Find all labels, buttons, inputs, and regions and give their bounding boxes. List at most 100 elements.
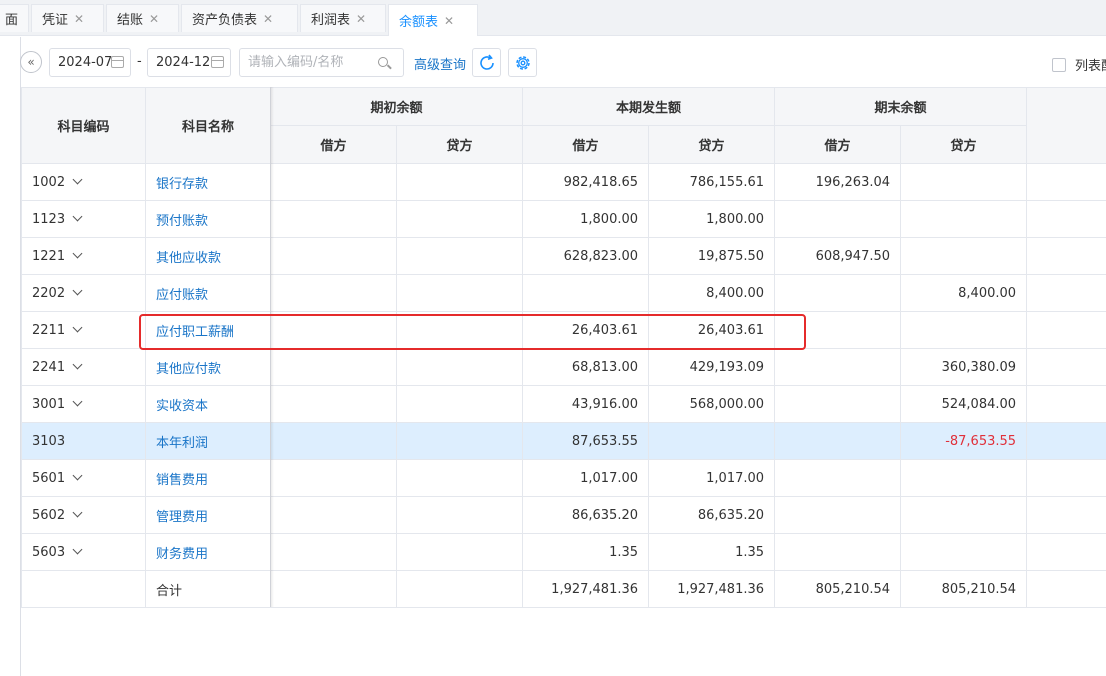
close-credit-cell: 524,084.00 <box>900 385 1028 423</box>
spacer-cell <box>1026 237 1106 275</box>
chevron-down-icon[interactable] <box>72 322 83 332</box>
close-icon[interactable]: ✕ <box>263 12 273 26</box>
tab-label: 资产负债表 <box>192 13 258 28</box>
double-chevron-left-icon[interactable]: « <box>20 51 42 73</box>
account-code: 5603 <box>32 544 66 560</box>
tab-balance-sheet[interactable]: 资产负债表 ✕ <box>181 4 298 32</box>
period-debit-cell: 982,418.65 <box>522 163 650 201</box>
account-code: 2241 <box>32 359 66 375</box>
chevron-down-icon[interactable] <box>72 544 83 554</box>
chevron-down-icon[interactable] <box>72 174 83 184</box>
list-config-checkbox[interactable] <box>1052 57 1066 72</box>
period-credit-cell: 568,000.00 <box>648 385 776 423</box>
period-credit-cell: 429,193.09 <box>648 348 776 386</box>
chevron-down-icon[interactable] <box>72 211 83 221</box>
table-row[interactable]: 5603 财务费用 1.35 1.35 <box>21 533 1106 571</box>
chevron-down-icon[interactable] <box>72 507 83 517</box>
chevron-down-icon[interactable] <box>72 285 83 295</box>
table-row[interactable]: 5601 销售费用 1,017.00 1,017.00 <box>21 459 1106 497</box>
close-credit-cell <box>900 496 1028 534</box>
chevron-down-icon[interactable] <box>72 470 83 480</box>
chevron-down-icon[interactable] <box>72 396 83 406</box>
total-period-debit-cell: 1,927,481.36 <box>522 570 650 608</box>
period-credit-cell: 86,635.20 <box>648 496 776 534</box>
total-row: 合计 1,927,481.36 1,927,481.36 805,210.54 805,… <box>21 570 1106 608</box>
date-from-field[interactable]: 2024-07 <box>49 48 131 77</box>
open-credit-cell <box>395 533 524 571</box>
account-name-link[interactable]: 管理费用 <box>145 496 271 534</box>
account-code: 2202 <box>32 285 66 301</box>
tab-home[interactable]: 面 <box>0 4 29 32</box>
open-debit-cell <box>270 311 397 349</box>
tab-income-statement[interactable]: 利润表 ✕ <box>300 4 386 32</box>
account-code-cell: 2202 <box>21 274 146 312</box>
period-debit-cell: 1,017.00 <box>522 459 650 497</box>
table-row[interactable]: 1221 其他应收款 628,823.00 19,875.50 608,947.50 <box>21 237 1106 275</box>
tab-closing[interactable]: 结账 ✕ <box>106 4 179 32</box>
table-row[interactable]: 2241 其他应付款 68,813.00 429,193.09 360,380.09 <box>21 348 1106 386</box>
header-account-code: 科目编码 <box>21 87 146 164</box>
table-row[interactable]: 2202 应付账款 8,400.00 8,400.00 <box>21 274 1106 312</box>
account-code-cell: 5603 <box>21 533 146 571</box>
table-row[interactable]: 3103 本年利润 87,653.55 -87,653.55 <box>21 422 1106 460</box>
header-period-amount: 本期发生额 <box>522 87 776 126</box>
close-debit-cell <box>774 459 902 497</box>
spacer-cell <box>1026 385 1106 423</box>
header-opening-debit: 借方 <box>270 125 397 164</box>
close-debit-cell <box>774 311 902 349</box>
settings-button[interactable] <box>508 48 537 77</box>
account-name-link[interactable]: 实收资本 <box>145 385 271 423</box>
date-separator: - <box>137 54 142 69</box>
account-name-link[interactable]: 银行存款 <box>145 163 271 201</box>
search-icon[interactable] <box>378 57 388 67</box>
period-credit-cell: 26,403.61 <box>648 311 776 349</box>
tab-trial-balance[interactable]: 余额表 ✕ <box>388 4 478 36</box>
total-open-credit-cell <box>395 570 524 608</box>
period-credit-cell: 1,800.00 <box>648 200 776 238</box>
account-code: 2211 <box>32 322 66 338</box>
open-debit-cell <box>270 496 397 534</box>
account-name-link[interactable]: 销售费用 <box>145 459 271 497</box>
table-row[interactable]: 2211 应付职工薪酬 26,403.61 26,403.61 <box>21 311 1106 349</box>
table-row[interactable]: 3001 实收资本 43,916.00 568,000.00 524,084.00 <box>21 385 1106 423</box>
chevron-down-icon[interactable] <box>72 248 83 258</box>
close-icon[interactable]: ✕ <box>444 14 454 28</box>
open-credit-cell <box>395 200 524 238</box>
close-icon[interactable]: ✕ <box>356 12 366 26</box>
period-credit-cell: 8,400.00 <box>648 274 776 312</box>
table-row[interactable]: 1123 预付账款 1,800.00 1,800.00 <box>21 200 1106 238</box>
close-icon[interactable]: ✕ <box>149 12 159 26</box>
open-credit-cell <box>395 496 524 534</box>
account-code: 3103 <box>32 433 66 449</box>
header-period-credit: 贷方 <box>648 125 776 164</box>
close-icon[interactable]: ✕ <box>74 12 84 26</box>
account-name-link[interactable]: 应付账款 <box>145 274 271 312</box>
period-credit-cell <box>648 422 776 460</box>
account-code-cell: 2241 <box>21 348 146 386</box>
account-name-link[interactable]: 其他应收款 <box>145 237 271 275</box>
table-row[interactable]: 5602 管理费用 86,635.20 86,635.20 <box>21 496 1106 534</box>
total-label: 合计 <box>145 570 271 608</box>
close-debit-cell <box>774 422 902 460</box>
account-name-link[interactable]: 其他应付款 <box>145 348 271 386</box>
account-name-link[interactable]: 财务费用 <box>145 533 271 571</box>
account-code-cell: 1002 <box>21 163 146 201</box>
date-to-field[interactable]: 2024-12 <box>147 48 231 77</box>
table-row[interactable]: 1002 银行存款 982,418.65 786,155.61 196,263.04 <box>21 163 1106 201</box>
open-debit-cell <box>270 348 397 386</box>
open-credit-cell <box>395 274 524 312</box>
account-code: 1002 <box>32 174 66 190</box>
close-credit-cell <box>900 459 1028 497</box>
search-input[interactable] <box>240 49 370 76</box>
refresh-button[interactable] <box>472 48 501 77</box>
period-debit-cell: 87,653.55 <box>522 422 650 460</box>
list-config-toggle[interactable]: 列表配置 <box>1052 55 1106 74</box>
account-name-link[interactable]: 应付职工薪酬 <box>145 311 271 349</box>
chevron-down-icon[interactable] <box>72 359 83 369</box>
advanced-query-link[interactable]: 高级查询 <box>414 54 466 73</box>
account-code-cell: 1123 <box>21 200 146 238</box>
account-name-link[interactable]: 本年利润 <box>145 422 271 460</box>
spacer-cell <box>1026 459 1106 497</box>
account-name-link[interactable]: 预付账款 <box>145 200 271 238</box>
tab-voucher[interactable]: 凭证 ✕ <box>31 4 104 32</box>
